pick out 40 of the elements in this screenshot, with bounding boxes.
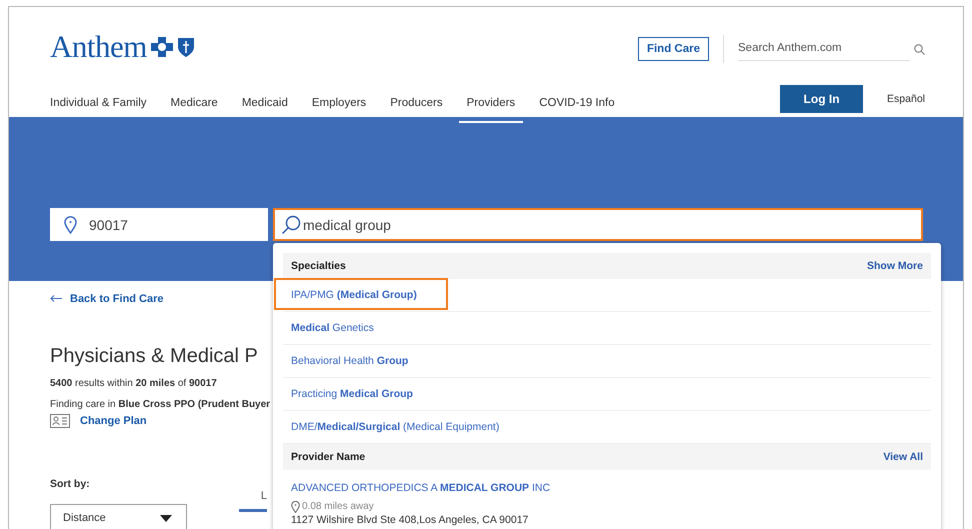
search-icon	[281, 215, 301, 234]
left-arrow-icon	[50, 295, 62, 302]
results-summary: 5400 results within 20 miles of 90017	[50, 378, 217, 389]
search-field[interactable]: medical group	[273, 208, 923, 241]
section-title: Provider Name	[291, 451, 366, 463]
nav-link[interactable]: Individual & Family	[42, 97, 155, 123]
nav-link[interactable]: COVID-19 Info	[531, 97, 623, 123]
back-link[interactable]: Back to Find Care	[50, 292, 164, 304]
language-link[interactable]: Español	[887, 93, 925, 105]
suggestion-item[interactable]: Behavioral Health Group	[283, 345, 931, 378]
login-button[interactable]: Log In	[780, 85, 864, 113]
find-care-button[interactable]: Find Care	[638, 37, 709, 61]
caret-icon	[160, 514, 172, 522]
plan-text: Finding care in Blue Cross PPO (Prudent Buyer	[50, 399, 270, 410]
distance-text: 0.08 miles away	[302, 501, 374, 514]
nav-link[interactable]: Medicare	[162, 97, 226, 123]
search-icon	[914, 44, 925, 54]
id-card-icon	[50, 414, 70, 428]
sort-label: Sort by:	[50, 478, 90, 490]
section-action-link[interactable]: Show More	[866, 260, 923, 272]
suggestion-item[interactable]: IPA/PMG (Medical Group)	[283, 279, 931, 312]
suggestion-item[interactable]: Practicing Medical Group	[283, 378, 931, 411]
shield-logo-icon	[176, 36, 195, 58]
nav-link[interactable]: Producers	[382, 97, 451, 123]
change-plan-link[interactable]: Change Plan	[80, 415, 147, 427]
logo-text: Anthem	[50, 29, 147, 65]
location-field[interactable]: 90017	[50, 208, 268, 241]
results-tab[interactable]: L	[239, 490, 267, 512]
cross-logo-icon	[150, 37, 173, 57]
address-text: 1127 Wilshire Blvd Ste 408,Los Angeles, CA 90017	[291, 514, 530, 527]
sort-dropdown[interactable]: Distance	[50, 504, 187, 529]
nav-link[interactable]: Employers	[304, 97, 374, 123]
section-title: Specialties	[291, 260, 346, 272]
provider-link[interactable]: ADVANCED ORTHOPEDICS A MEDICAL GROUP INC	[291, 482, 550, 494]
suggestion-item[interactable]: Medical Genetics	[283, 312, 931, 345]
nav-link[interactable]: Medicaid	[234, 97, 296, 123]
location-pin-icon	[64, 216, 77, 234]
section-action-link[interactable]: View All	[883, 451, 923, 463]
location-pin-icon	[291, 501, 300, 514]
page-heading: Physicians & Medical P	[50, 345, 258, 368]
